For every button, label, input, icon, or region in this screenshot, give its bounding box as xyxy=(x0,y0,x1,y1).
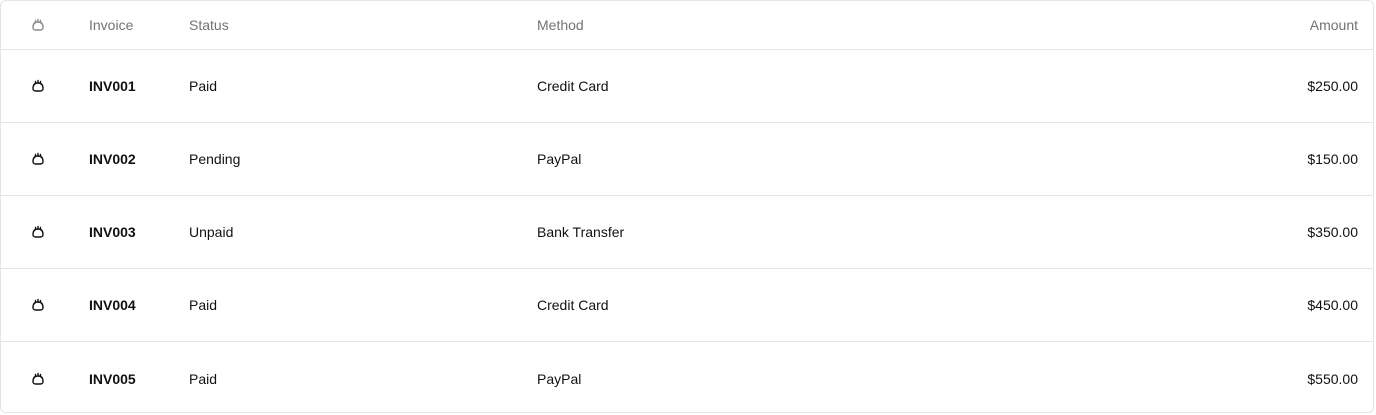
drag-handle-icon[interactable] xyxy=(28,369,48,389)
invoice-amount: $250.00 xyxy=(1307,78,1358,94)
table-row[interactable]: INV005 Paid PayPal $550.00 xyxy=(1,342,1373,412)
invoice-id: INV003 xyxy=(89,224,136,240)
table-row[interactable]: INV004 Paid Credit Card $450.00 xyxy=(1,269,1373,342)
column-header-invoice[interactable]: Invoice xyxy=(89,16,133,34)
invoice-id: INV001 xyxy=(89,78,136,94)
column-header-method[interactable]: Method xyxy=(537,16,584,34)
drag-handle-icon[interactable] xyxy=(28,76,48,96)
invoice-status: Unpaid xyxy=(189,224,234,240)
invoice-status: Pending xyxy=(189,151,241,167)
payment-method: Credit Card xyxy=(537,297,609,313)
table-row[interactable]: INV003 Unpaid Bank Transfer $350.00 xyxy=(1,196,1373,269)
invoice-id: INV005 xyxy=(89,370,136,387)
invoice-status: Paid xyxy=(189,297,218,313)
invoice-status: Paid xyxy=(189,78,218,94)
drag-handle-icon[interactable] xyxy=(28,222,48,242)
invoice-amount: $350.00 xyxy=(1307,224,1358,240)
payment-method: PayPal xyxy=(537,370,582,387)
invoice-id: INV004 xyxy=(89,297,136,313)
invoice-table: Invoice Status Method Amount INV001 Paid… xyxy=(0,0,1374,413)
drag-handle-icon[interactable] xyxy=(28,295,48,315)
table-header-row: Invoice Status Method Amount xyxy=(1,1,1373,50)
invoice-amount: $150.00 xyxy=(1307,151,1358,167)
invoice-amount: $450.00 xyxy=(1307,297,1358,313)
table-row[interactable]: INV001 Paid Credit Card $250.00 xyxy=(1,50,1373,123)
invoice-amount: $550.00 xyxy=(1307,370,1358,387)
payment-method: Credit Card xyxy=(537,78,609,94)
payment-method: Bank Transfer xyxy=(537,224,625,240)
column-header-amount[interactable]: Amount xyxy=(1310,16,1358,34)
drag-handle-icon[interactable] xyxy=(28,15,48,35)
invoice-status: Paid xyxy=(189,370,218,387)
payment-method: PayPal xyxy=(537,151,582,167)
invoice-id: INV002 xyxy=(89,151,136,167)
drag-handle-icon[interactable] xyxy=(28,149,48,169)
table-row[interactable]: INV002 Pending PayPal $150.00 xyxy=(1,123,1373,196)
column-header-status[interactable]: Status xyxy=(189,16,229,34)
